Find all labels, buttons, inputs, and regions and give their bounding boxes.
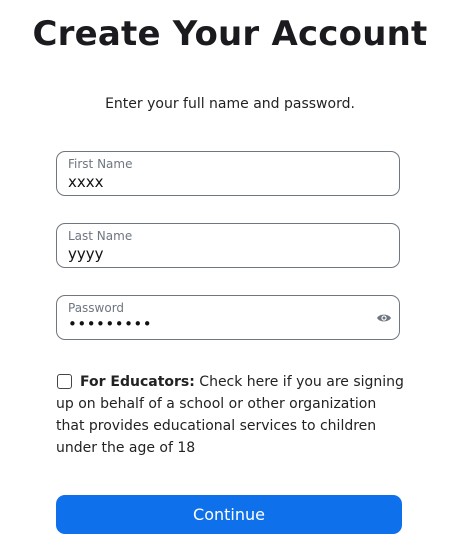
educator-checkbox[interactable] <box>57 374 72 389</box>
educator-consent: For Educators: Check here if you are sig… <box>56 371 406 459</box>
first-name-field[interactable]: First Name xxxx <box>56 151 400 196</box>
page-title: Create Your Account <box>32 14 428 54</box>
last-name-label: Last Name <box>68 229 133 243</box>
educator-label-bold: For Educators: <box>80 374 195 390</box>
password-value[interactable]: ••••••••• <box>68 315 152 333</box>
page-subtitle: Enter your full name and password. <box>105 96 355 112</box>
first-name-value[interactable]: xxxx <box>68 173 104 191</box>
password-label: Password <box>68 301 125 315</box>
last-name-value[interactable]: yyyy <box>68 245 104 263</box>
continue-button[interactable]: Continue <box>56 495 402 534</box>
eye-icon[interactable] <box>376 312 392 324</box>
first-name-label: First Name <box>68 157 133 171</box>
password-field[interactable]: Password ••••••••• <box>56 295 400 340</box>
last-name-field[interactable]: Last Name yyyy <box>56 223 400 268</box>
